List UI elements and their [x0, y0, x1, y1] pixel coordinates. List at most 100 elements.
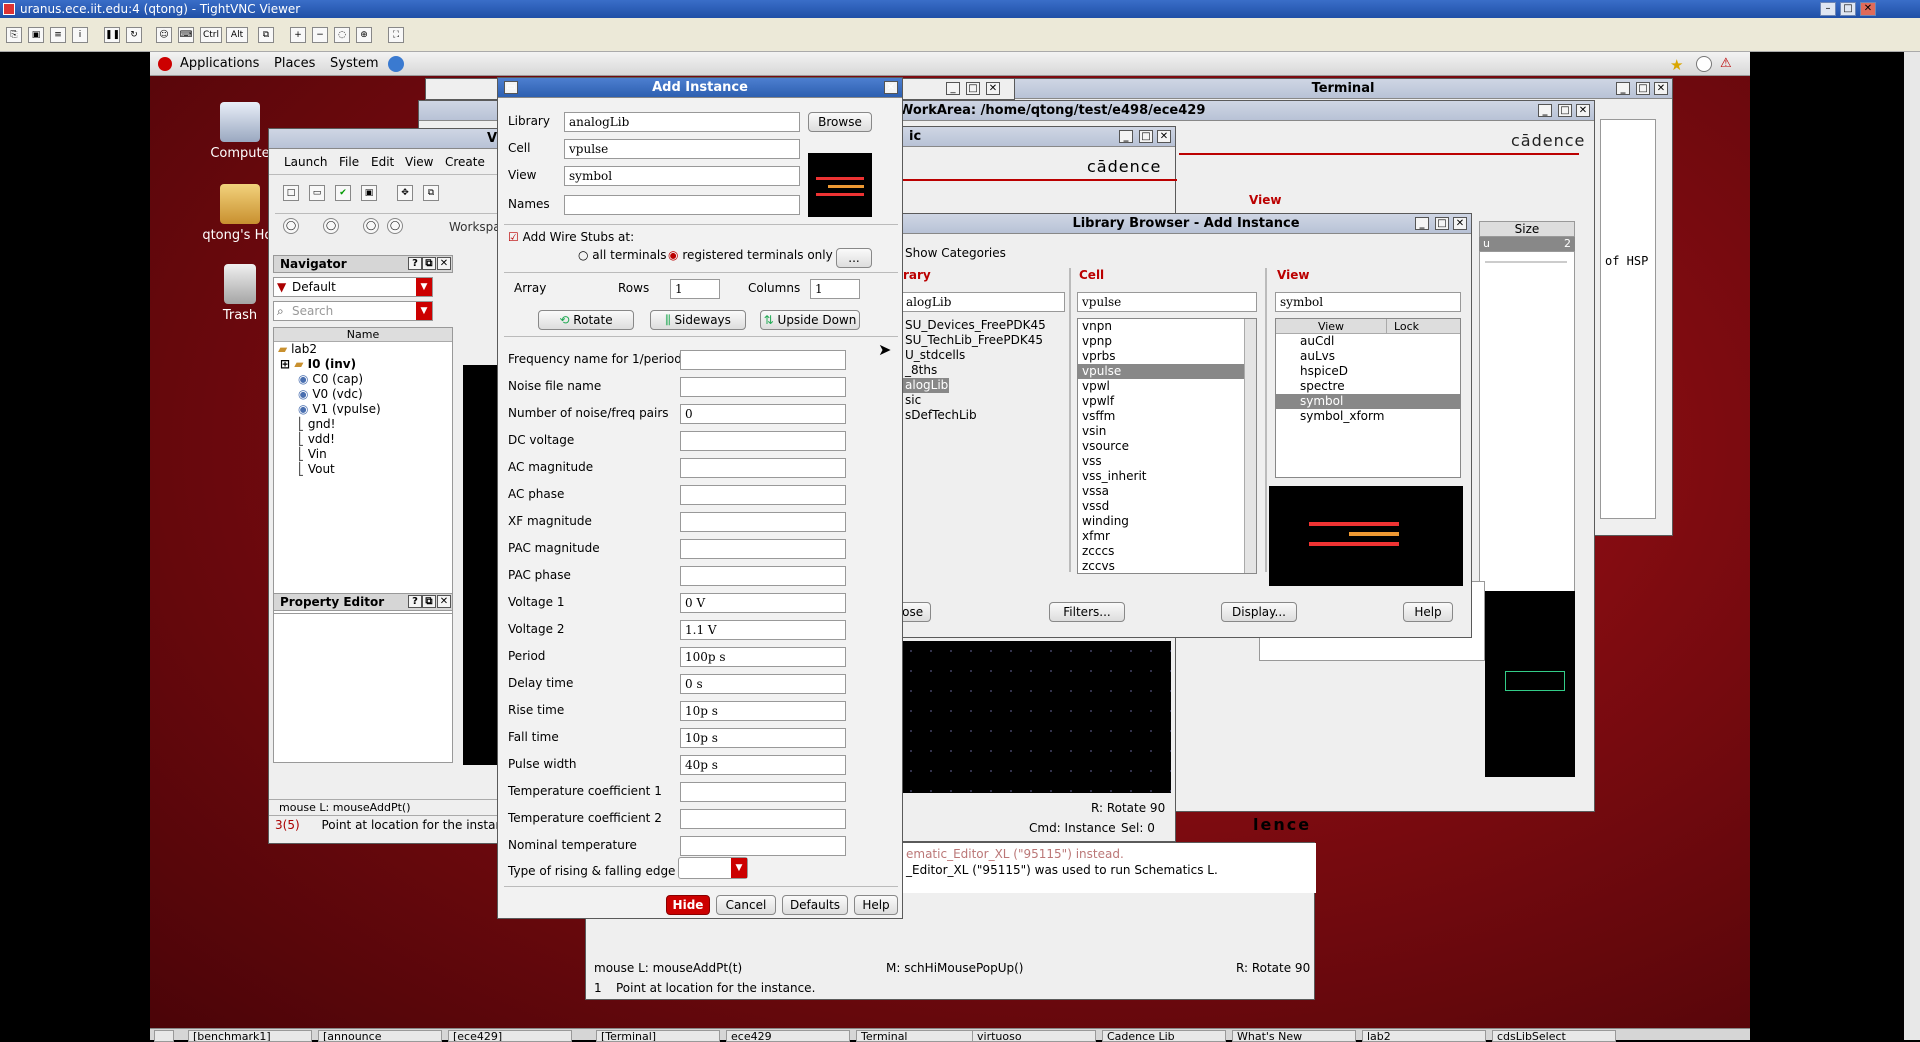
list-item[interactable]: xfmr: [1078, 529, 1256, 544]
browse-button[interactable]: Browse: [808, 112, 872, 132]
taskbar-item[interactable]: cdsLibSelect: [1492, 1030, 1616, 1042]
param-field[interactable]: [680, 836, 846, 856]
tree-item-vdd[interactable]: ⎣ vdd!: [274, 432, 452, 447]
param-field[interactable]: 10p s: [680, 728, 846, 748]
zoom-out-icon[interactable]: −: [312, 27, 328, 43]
list-item[interactable]: vpwl: [1078, 379, 1256, 394]
tree-item-gnd[interactable]: ⎣ gnd!: [274, 417, 452, 432]
minimize-icon[interactable]: _: [1119, 130, 1133, 143]
minimize-icon[interactable]: _: [1616, 82, 1630, 95]
chevron-down-icon[interactable]: ▼: [416, 278, 432, 296]
terminal-text-area[interactable]: of HSP: [1600, 119, 1656, 519]
param-field[interactable]: 40p s: [680, 755, 846, 775]
table-row-selected[interactable]: symbol: [1276, 394, 1460, 409]
menu-create[interactable]: Create: [445, 155, 485, 169]
table-row[interactable]: hspiceD: [1276, 364, 1460, 379]
star-icon[interactable]: ★: [1670, 56, 1683, 74]
list-item[interactable]: sic: [901, 393, 1065, 408]
new-connection-icon[interactable]: ⎘: [6, 27, 22, 43]
clipboard-icon[interactable]: ⧉: [258, 27, 274, 43]
tree-item-vdc[interactable]: ◉ V0 (vdc): [274, 387, 452, 402]
menu-view[interactable]: View: [405, 155, 433, 169]
chat-icon[interactable]: ☺: [156, 27, 172, 43]
selected-row[interactable]: u2: [1479, 237, 1575, 251]
maximize-icon[interactable]: □: [1636, 82, 1650, 95]
tree-item-lab2[interactable]: ▰ lab2: [274, 342, 452, 357]
maximize-icon[interactable]: □: [1435, 217, 1449, 230]
list-item[interactable]: vnpn: [1078, 319, 1256, 334]
close-icon[interactable]: ✕: [1453, 217, 1467, 230]
network-icon[interactable]: ⚠: [1720, 56, 1732, 71]
rotate-button[interactable]: ⟲ Rotate: [538, 310, 634, 330]
list-item[interactable]: vpnp: [1078, 334, 1256, 349]
menu-file[interactable]: File: [339, 155, 359, 169]
list-item[interactable]: SU_TechLib_FreePDK45: [901, 333, 1065, 348]
options-icon[interactable]: ≡: [50, 27, 66, 43]
chevron-down-icon[interactable]: ▼: [416, 302, 432, 320]
terminals-options-button[interactable]: ...: [836, 248, 872, 268]
close-icon[interactable]: ✕: [1860, 2, 1876, 16]
list-item[interactable]: _8ths: [901, 363, 1065, 378]
save-icon[interactable]: ▣: [28, 27, 44, 43]
defaults-button[interactable]: Defaults: [782, 895, 848, 915]
show-desktop-icon[interactable]: [154, 1030, 174, 1042]
columns-field[interactable]: 1: [810, 279, 860, 299]
cell-filter-input[interactable]: vpulse: [1077, 292, 1257, 312]
list-item[interactable]: vsource: [1078, 439, 1256, 454]
list-item[interactable]: vssd: [1078, 499, 1256, 514]
new-icon[interactable]: □: [283, 185, 299, 201]
taskbar-item[interactable]: [announce: [318, 1030, 442, 1042]
help-icon[interactable]: ?: [408, 595, 422, 608]
maximize-icon[interactable]: □: [1558, 104, 1572, 117]
sideways-button[interactable]: ⫼ Sideways: [650, 310, 746, 330]
help-button[interactable]: Help: [1403, 602, 1453, 622]
tree-item-cap[interactable]: ◉ C0 (cap): [274, 372, 452, 387]
zoom-in-icon[interactable]: +: [290, 27, 306, 43]
name-column-header[interactable]: Name: [274, 328, 452, 342]
navigator-filter-select[interactable]: Default ▼ ▼: [273, 277, 433, 297]
taskbar-item[interactable]: lab2: [1362, 1030, 1486, 1042]
upside-down-button[interactable]: ⇅ Upside Down: [760, 310, 860, 330]
help-icon[interactable]: ?: [408, 257, 422, 270]
param-field[interactable]: 100p s: [680, 647, 846, 667]
ctrl-key-button[interactable]: Ctrl: [200, 27, 222, 43]
taskbar-item[interactable]: Terminal: [856, 1030, 980, 1042]
list-item[interactable]: vss_inherit: [1078, 469, 1256, 484]
menu-edit[interactable]: Edit: [371, 155, 394, 169]
table-row[interactable]: auCdl: [1276, 334, 1460, 349]
param-field[interactable]: [680, 377, 846, 397]
edge-type-select[interactable]: ▼: [678, 857, 748, 879]
redo-icon[interactable]: ◯: [323, 218, 339, 234]
browser-icon[interactable]: [388, 56, 404, 72]
minimize-icon[interactable]: –: [1820, 2, 1836, 16]
zoom-fit-icon[interactable]: ◌: [334, 27, 350, 43]
list-item[interactable]: vpwlf: [1078, 394, 1256, 409]
taskbar-item[interactable]: [ece429]: [448, 1030, 572, 1042]
taskbar-item[interactable]: ece429: [726, 1030, 850, 1042]
all-terminals-radio[interactable]: ○ all terminals: [578, 248, 667, 262]
param-field[interactable]: [680, 485, 846, 505]
cell-list[interactable]: vnpn vpnp vprbs vpulse vpwl vpwlf vsffm …: [1077, 318, 1257, 574]
list-item[interactable]: winding: [1078, 514, 1256, 529]
info-icon[interactable]: i: [72, 27, 88, 43]
cancel-button[interactable]: Cancel: [716, 895, 776, 915]
list-item[interactable]: vssa: [1078, 484, 1256, 499]
view-col-header[interactable]: View: [1276, 319, 1386, 333]
vnc-right-scrollbar[interactable]: [1904, 52, 1920, 1040]
list-item[interactable]: zccvs: [1078, 559, 1256, 574]
help-button[interactable]: Help: [854, 895, 898, 915]
param-field[interactable]: [680, 539, 846, 559]
cell-list-scrollbar[interactable]: [1244, 319, 1256, 573]
tree-item-inv[interactable]: ⊞ ▰ I0 (inv): [274, 357, 452, 372]
refresh-icon[interactable]: ↻: [126, 27, 142, 43]
view-field[interactable]: symbol: [564, 166, 800, 186]
copy-icon[interactable]: ⧉: [423, 185, 439, 201]
open-icon[interactable]: ▭: [309, 185, 325, 201]
tree-item-vout[interactable]: ⎣ Vout: [274, 462, 452, 477]
lock-col-header[interactable]: Lock: [1386, 319, 1426, 333]
fullscreen-icon[interactable]: ⛶: [388, 27, 404, 43]
taskbar-item[interactable]: Cadence Lib: [1102, 1030, 1226, 1042]
keyboard-icon[interactable]: ⌨: [178, 27, 194, 43]
library-list[interactable]: SU_Devices_FreePDK45 SU_TechLib_FreePDK4…: [901, 318, 1065, 422]
table-row[interactable]: spectre: [1276, 379, 1460, 394]
